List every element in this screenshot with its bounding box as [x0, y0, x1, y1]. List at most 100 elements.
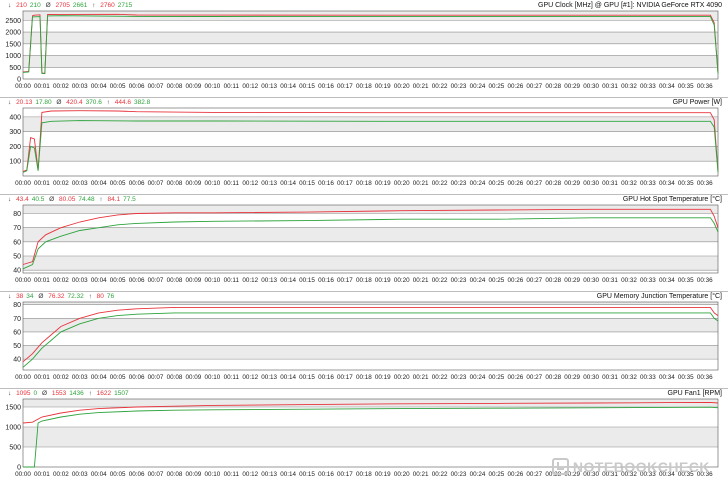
- y-tick-label: 70: [13, 316, 21, 323]
- x-tick-label: 00:32: [621, 83, 637, 90]
- x-tick-label: 00:13: [261, 180, 277, 187]
- x-tick-label: 00:14: [280, 277, 296, 284]
- y-tick-label: 400: [9, 114, 21, 121]
- x-tick-label: 00:18: [356, 180, 372, 187]
- x-tick-label: 00:02: [53, 374, 69, 381]
- x-tick-label: 00:12: [242, 180, 258, 187]
- x-tick-label: 00:28: [545, 374, 561, 381]
- x-tick-label: 00:09: [186, 180, 202, 187]
- x-tick-label: 00:21: [413, 180, 429, 187]
- chart-panel-0: GPU Clock [MHz] @ GPU [#1]: NVIDIA GeFor…: [0, 0, 728, 97]
- x-tick-label: 00:19: [375, 471, 391, 478]
- y-tick-label: 60: [13, 239, 21, 246]
- watermark-text: NOTEBOOKCHECK: [572, 459, 710, 475]
- x-tick-label: 00:15: [299, 374, 315, 381]
- x-tick-label: 00:28: [545, 180, 561, 187]
- x-tick-label: 00:35: [678, 277, 694, 284]
- x-tick-label: 00:20: [394, 83, 410, 90]
- x-tick-label: 00:10: [204, 471, 220, 478]
- x-tick-label: 00:30: [583, 83, 599, 90]
- x-tick-label: 00:33: [640, 180, 656, 187]
- panel-plot: 5001000150020002500000:00 00:01 00:02 00:03…: [5, 10, 719, 90]
- x-tick-label: 00:19: [375, 83, 391, 90]
- x-tick-label: 00:11: [224, 374, 240, 381]
- x-tick-label: 00:11: [224, 277, 240, 284]
- grid-band: [23, 227, 718, 242]
- x-tick-label: 00:07: [148, 471, 164, 478]
- x-tick-label: 00:02: [53, 83, 69, 90]
- x-tick-label: 00:05: [110, 277, 126, 284]
- grid-band: [23, 427, 718, 447]
- x-tick-label: 00:06: [129, 83, 145, 90]
- x-tick-label: 00:00: [15, 471, 31, 478]
- x-tick-label: 00:27: [526, 277, 542, 284]
- x-tick-label: 00:16: [318, 471, 334, 478]
- x-tick-label: 00:06: [129, 277, 145, 284]
- x-tick-label: 00:01: [34, 374, 50, 381]
- x-tick-label: 00:20: [394, 471, 410, 478]
- chart-panel-3: GPU Memory Junction Temperature [°C] ↓ 38…: [0, 291, 728, 388]
- x-tick-label: 00:23: [451, 83, 467, 90]
- x-tick-label: 00:18: [356, 277, 372, 284]
- x-tick-label: 00:01: [34, 471, 50, 478]
- grid-band: [23, 345, 718, 360]
- x-tick-label: 00:10: [204, 374, 220, 381]
- y-tick-label: 1500: [5, 405, 21, 412]
- x-tick-label: 00:29: [564, 277, 580, 284]
- x-tick-label: 00:13: [261, 374, 277, 381]
- panel-plot: 40 50 60 70 80 00:00 00:01 00:02 00:03 00:04 00:05…: [13, 204, 719, 284]
- x-tick-label: 00:07: [148, 277, 164, 284]
- x-tick-label: 00:17: [337, 180, 353, 187]
- x-tick-label: 00:33: [640, 277, 656, 284]
- x-tick-label: 00:03: [72, 471, 88, 478]
- x-tick-label: 00:12: [242, 277, 258, 284]
- x-tick-label: 00:36: [697, 277, 713, 284]
- x-tick-label: 00:23: [451, 471, 467, 478]
- x-tick-label: 00:17: [337, 277, 353, 284]
- x-tick-label: 00:05: [110, 83, 126, 90]
- x-tick-label: 00:17: [337, 471, 353, 478]
- y-tick-label: 70: [13, 225, 21, 232]
- x-tick-label: 00:06: [129, 180, 145, 187]
- x-tick-label: 00:16: [318, 83, 334, 90]
- x-tick-label: 00:00: [15, 83, 31, 90]
- x-tick-label: 00:24: [470, 180, 486, 187]
- x-tick-label: 00:25: [489, 180, 505, 187]
- x-tick-label: 00:27: [526, 471, 542, 478]
- x-tick-label: 00:14: [280, 180, 296, 187]
- panel-separator: [0, 97, 728, 98]
- y-tick-label: 40: [13, 357, 21, 364]
- chart-stack: GPU Clock [MHz] @ GPU [#1]: NVIDIA GeFor…: [0, 0, 728, 486]
- x-tick-label: 00:04: [91, 277, 107, 284]
- chart-panel-2: GPU Hot Spot Temperature [°C] ↓ 43.4 40.5 …: [0, 194, 728, 291]
- x-tick-label: 00:11: [224, 471, 240, 478]
- x-tick-label: 00:23: [451, 180, 467, 187]
- x-tick-label: 00:33: [640, 83, 656, 90]
- x-tick-label: 00:22: [432, 180, 448, 187]
- y-tick-label: 50: [13, 343, 21, 350]
- plot-frame: [22, 10, 719, 80]
- y-tick-label: 50: [13, 254, 21, 261]
- x-tick-label: 00:08: [167, 180, 183, 187]
- x-tick-label: 00:34: [659, 180, 675, 187]
- x-tick-label: 00:15: [299, 83, 315, 90]
- x-tick-label: 00:25: [489, 374, 505, 381]
- x-tick-label: 00:02: [53, 180, 69, 187]
- grid-band: [23, 256, 718, 271]
- x-tick-label: 00:17: [337, 374, 353, 381]
- x-tick-label: 00:08: [167, 277, 183, 284]
- x-tick-label: 00:24: [470, 374, 486, 381]
- x-tick-label: 00:15: [299, 471, 315, 478]
- y-tick-label: 2500: [5, 18, 21, 25]
- grid-band: [23, 32, 718, 44]
- x-tick-label: 00:22: [432, 277, 448, 284]
- x-tick-label: 00:15: [299, 277, 315, 284]
- x-tick-label: 00:12: [242, 471, 258, 478]
- grid-band: [23, 11, 718, 21]
- x-tick-label: 00:01: [34, 277, 50, 284]
- x-tick-label: 00:16: [318, 374, 334, 381]
- x-tick-label: 00:19: [375, 180, 391, 187]
- x-tick-label: 00:31: [602, 374, 618, 381]
- x-tick-label: 00:30: [583, 180, 599, 187]
- x-tick-label: 00:31: [602, 180, 618, 187]
